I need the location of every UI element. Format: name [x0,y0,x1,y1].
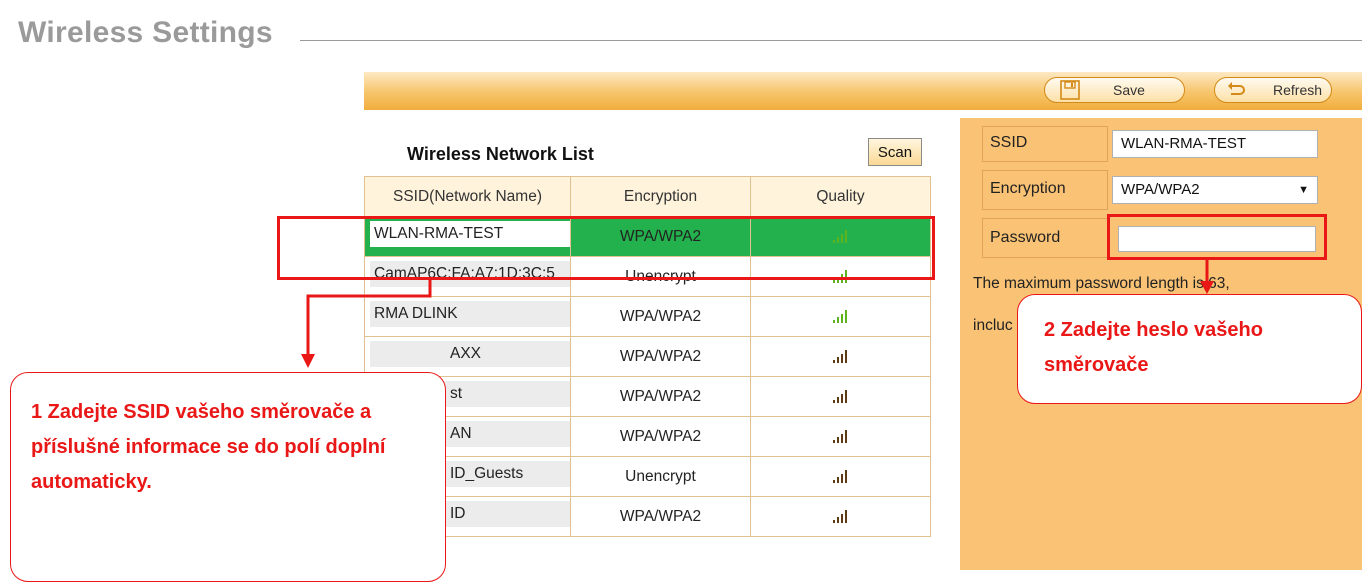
annotation-callout-2: 2 Zadejte heslo vašeho směrovače [1017,294,1362,404]
annotation-callout-1: 1 Zadejte SSID vašeho směrovače a příslu… [10,372,446,582]
arrow-line-1 [306,280,432,356]
arrow-head-2 [1200,281,1214,294]
arrow-head-1 [301,354,315,368]
